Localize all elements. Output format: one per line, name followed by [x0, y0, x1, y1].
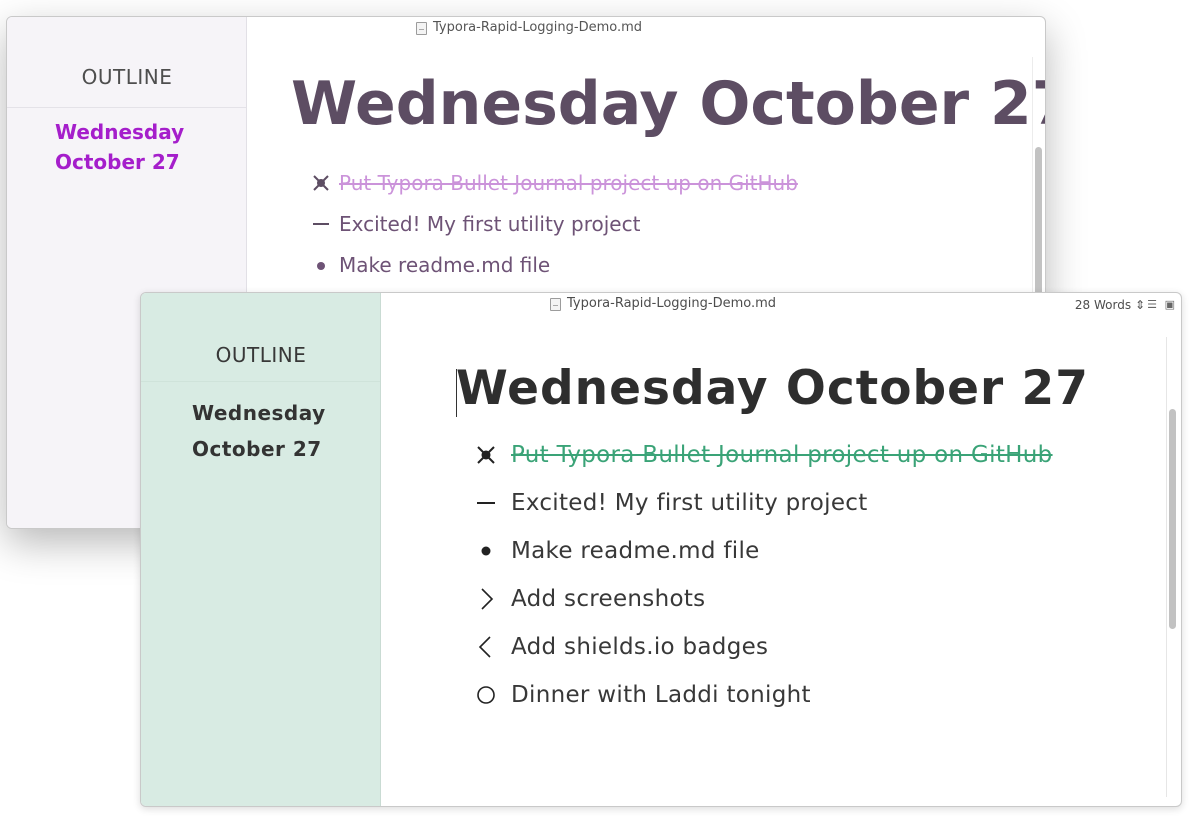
document-heading[interactable]: Wednesday October 27	[456, 361, 1089, 416]
list-item[interactable]: Make readme.md file	[317, 250, 798, 291]
list-item-text: Excited! My first utility project	[339, 212, 641, 236]
list-item-text: Add screenshots	[511, 586, 706, 612]
outline-heading: OUTLINE	[215, 343, 307, 367]
list-item[interactable]: Add screenshots	[481, 581, 1053, 629]
bullet-icon	[473, 538, 499, 564]
list-item[interactable]: Excited! My first utility project	[477, 485, 1053, 533]
window-title: Typora-Rapid-Logging-Demo.md	[416, 17, 642, 39]
dash-icon	[473, 490, 499, 516]
list-item-text: Put Typora Bullet Journal project up on …	[339, 171, 798, 195]
outline-sidebar: OUTLINE Wednesday October 27	[141, 293, 381, 806]
outline-toggle-icon[interactable]: ☰	[1147, 299, 1157, 310]
chevron-right-icon	[473, 586, 499, 612]
sidebar-toggle-icon[interactable]: ▣	[1165, 299, 1175, 310]
list-item[interactable]: Put Typora Bullet Journal project up on …	[313, 168, 798, 209]
list-item-text: Dinner with Laddi tonight	[511, 682, 811, 708]
window-title-text: Typora-Rapid-Logging-Demo.md	[567, 296, 777, 311]
document-heading[interactable]: Wednesday October 27	[291, 69, 1045, 139]
updown-chevron-icon: ⇕	[1134, 298, 1145, 312]
list-item[interactable]: Excited! My first utility project	[313, 209, 798, 250]
document-icon	[416, 21, 427, 35]
x-icon	[473, 442, 499, 468]
scrollbar[interactable]	[1166, 337, 1179, 797]
list-item[interactable]: Dinner with Laddi tonight	[477, 677, 1053, 725]
list-item-text: Make readme.md file	[339, 253, 551, 277]
list-item[interactable]: Add shields.io badges	[478, 629, 1053, 677]
chevron-left-icon	[473, 634, 499, 660]
scrollbar-thumb[interactable]	[1169, 409, 1176, 629]
circle-icon	[473, 682, 499, 708]
list-item-text: Make readme.md file	[511, 538, 760, 564]
document-icon	[550, 297, 561, 311]
outline-heading: OUTLINE	[81, 65, 173, 89]
list-item-text: Add shields.io badges	[511, 634, 769, 660]
window-title-text: Typora-Rapid-Logging-Demo.md	[433, 20, 643, 35]
bullet-icon	[309, 253, 333, 277]
list-item-text: Put Typora Bullet Journal project up on …	[511, 442, 1053, 468]
window-title: Typora-Rapid-Logging-Demo.md	[550, 293, 776, 315]
list-item[interactable]: Put Typora Bullet Journal project up on …	[477, 437, 1053, 485]
list-item-text: Excited! My first utility project	[511, 490, 868, 516]
bullet-list: Put Typora Bullet Journal project up on …	[477, 437, 1053, 725]
list-item[interactable]: Make readme.md file	[481, 533, 1053, 581]
outline-divider	[141, 381, 380, 382]
word-count[interactable]: 28 Words ⇕	[1075, 293, 1145, 317]
dash-icon	[309, 212, 333, 236]
word-count-label: 28 Words	[1074, 298, 1132, 312]
bullet-list: Put Typora Bullet Journal project up on …	[313, 168, 798, 291]
outline-item[interactable]: Wednesday October 27	[55, 117, 235, 177]
front-window[interactable]: Typora-Rapid-Logging-Demo.md 28 Words ⇕ …	[140, 292, 1182, 807]
x-icon	[309, 171, 333, 195]
outline-divider	[7, 107, 246, 108]
outline-item[interactable]: Wednesday October 27	[192, 395, 372, 467]
